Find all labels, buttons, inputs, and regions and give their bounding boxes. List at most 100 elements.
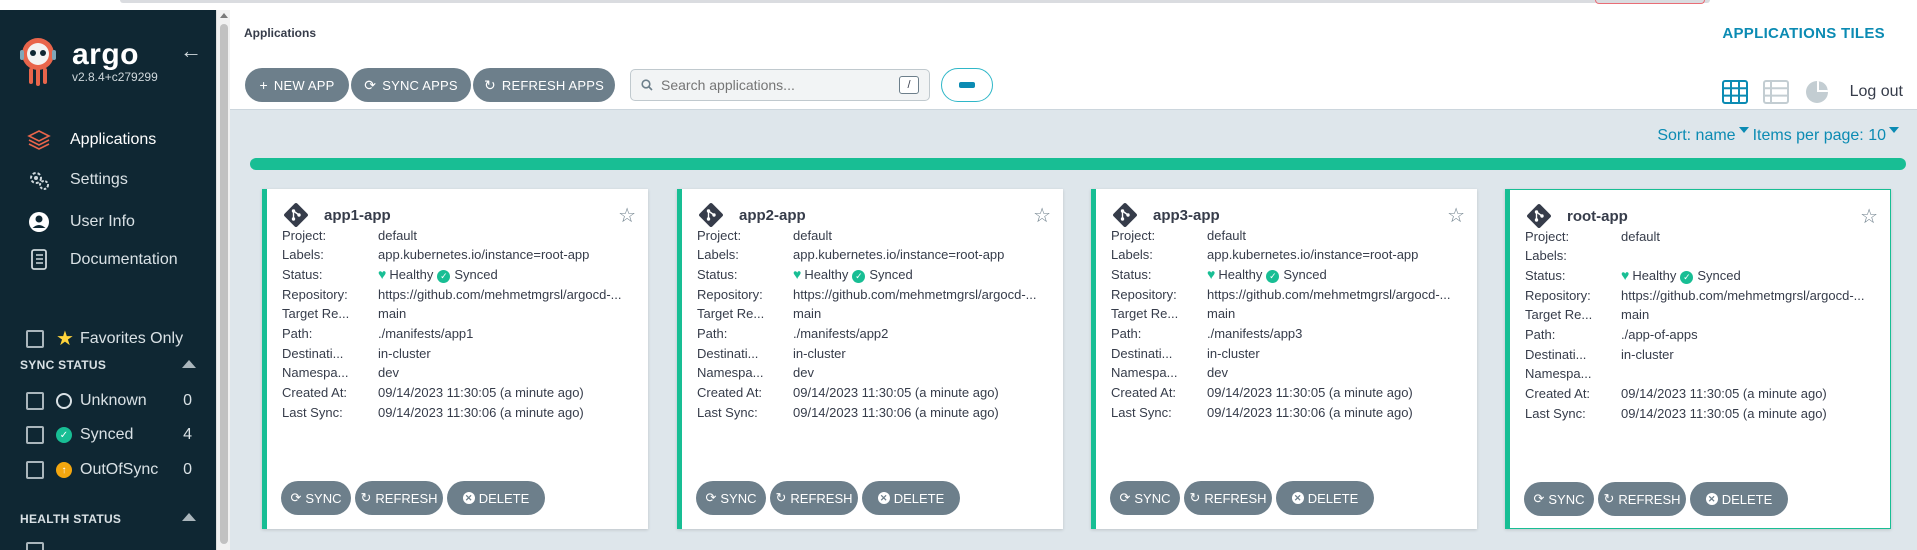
field-label: Project: (697, 227, 742, 243)
app-tile[interactable]: app1-app ☆ Project: default Labels: app.kuber… (262, 189, 648, 529)
refresh-button[interactable]: ↻ REFRESH (1184, 481, 1272, 515)
refresh-button[interactable]: ↻ REFRESH (770, 481, 858, 515)
field-value: dev (378, 365, 399, 381)
field-value: main (1207, 306, 1236, 322)
app-field-row: Repository: https://github.com/mehmetmgrs… (1111, 284, 1463, 304)
sync-button[interactable]: ⟳ SYNC (281, 481, 351, 515)
app-field-row: Labels: app.kubernetes.io/instance=root-a… (282, 245, 634, 265)
synced-check-icon: ✓ (56, 427, 72, 443)
field-value: app.kubernetes.io/instance=root-app (378, 247, 590, 263)
field-label: Path: (697, 326, 728, 341)
app-name[interactable]: root-app (1567, 208, 1628, 225)
app-tile[interactable]: root-app ☆ Project: default Labels: Status: ♥ H… (1505, 189, 1891, 529)
delete-button[interactable]: ✕ DELETE (862, 481, 960, 515)
field-value: app.kubernetes.io/instance=root-app (1207, 247, 1419, 263)
sync-button[interactable]: ⟳ SYNC (1110, 481, 1180, 515)
button-label: REFRESH (790, 490, 853, 506)
app-field-row: Path: ./manifests/app2 (697, 324, 1049, 344)
app-field-row: Status: ♥ Healthy ✓ Synced (282, 264, 634, 284)
pie-chart-view-icon[interactable] (1804, 80, 1830, 104)
app-field-row: Labels: app.kubernetes.io/instance=root-a… (1111, 245, 1463, 265)
sync-button[interactable]: ⟳ SYNC (1524, 482, 1594, 516)
app-name[interactable]: app3-app (1153, 207, 1220, 224)
field-value: ./app-of-apps (1621, 327, 1698, 342)
filter-unknown[interactable]: Unknown 0 (26, 392, 192, 410)
nav-label: Settings (70, 171, 128, 188)
field-value[interactable]: https://github.com/mehmetmgrsl/argocd-..… (378, 287, 634, 302)
nav-settings[interactable]: Settings (26, 166, 128, 194)
app-field-row: Target Re... main (1111, 304, 1463, 324)
app-field-row: Status: ♥ Healthy ✓ Synced (1111, 264, 1463, 284)
logout-link[interactable]: Log out (1850, 83, 1903, 101)
field-value: 09/14/2023 11:30:05 (a minute ago) (378, 385, 584, 401)
tiles-view-icon[interactable] (1722, 80, 1748, 104)
app-field-row: Destinati... in-cluster (282, 343, 634, 363)
filter-toggle-button[interactable] (941, 68, 993, 102)
refresh-button[interactable]: ↻ REFRESH (355, 481, 443, 515)
app-tile[interactable]: app3-app ☆ Project: default Labels: app.kuber… (1091, 189, 1477, 529)
filter-checkbox[interactable] (26, 426, 44, 444)
field-value: dev (1207, 365, 1228, 381)
refresh-icon: ↻ (775, 490, 787, 505)
field-value: ./manifests/app3 (1207, 326, 1303, 341)
scrollbar-thumb[interactable] (220, 24, 228, 544)
field-label: Target Re... (282, 306, 350, 322)
app-name[interactable]: app1-app (324, 207, 391, 224)
filter-checkbox[interactable] (26, 542, 44, 550)
search-box[interactable]: / (630, 69, 930, 101)
refresh-icon: ↻ (1603, 491, 1615, 506)
nav-user-info[interactable]: User Info (26, 208, 135, 236)
new-app-button[interactable]: + NEW APP (245, 68, 349, 102)
field-value[interactable]: https://github.com/mehmetmgrsl/argocd-..… (1621, 288, 1877, 303)
sort-dropdown[interactable]: Sort: name (1657, 127, 1735, 145)
delete-button[interactable]: ✕ DELETE (1276, 481, 1374, 515)
field-value: main (1621, 307, 1650, 323)
collapse-sidebar-icon[interactable]: ← (180, 38, 202, 64)
status-value: ♥ Healthy ✓ Synced (793, 266, 1049, 283)
close-circle-icon: ✕ (1291, 492, 1304, 504)
filter-checkbox[interactable] (26, 392, 44, 410)
favorites-only-filter[interactable]: ★ Favorites Only (26, 326, 183, 351)
filter-label: OutOfSync (80, 461, 159, 478)
filter-label: Synced (80, 426, 134, 443)
items-per-page-dropdown[interactable]: Items per page: 10 (1753, 127, 1886, 145)
breadcrumb[interactable]: Applications (244, 26, 316, 40)
app-field-row: Labels: (1525, 246, 1877, 266)
app-field-row: Target Re... main (282, 304, 634, 324)
nav-applications[interactable]: Applications (26, 126, 156, 154)
nav-documentation[interactable]: Documentation (26, 246, 178, 274)
refresh-button[interactable]: ↻ REFRESH (1598, 482, 1686, 516)
sync-button[interactable]: ⟳ SYNC (696, 481, 766, 515)
scroll-up-icon[interactable] (220, 13, 228, 18)
app-tile-header: app3-app (1113, 203, 1220, 227)
status-value: ♥ Healthy ✓ Synced (1207, 266, 1463, 283)
filter-outofsync[interactable]: ↑ OutOfSync 0 (26, 461, 192, 479)
sync-apps-button[interactable]: ⟳ SYNC APPS (351, 68, 471, 102)
list-view-icon[interactable] (1763, 80, 1789, 104)
collapse-caret-icon[interactable] (182, 513, 196, 521)
collapse-caret-icon[interactable] (182, 360, 196, 368)
field-value: 09/14/2023 11:30:05 (a minute ago) (1621, 386, 1827, 402)
app-tile[interactable]: app2-app ☆ Project: default Labels: app.kuber… (677, 189, 1063, 529)
button-label: SYNC APPS (382, 77, 458, 93)
refresh-apps-button[interactable]: ↻ REFRESH APPS (473, 68, 615, 102)
field-value: in-cluster (378, 345, 431, 361)
field-label: Created At: (697, 385, 763, 401)
filter-health-partial[interactable] (26, 542, 192, 550)
app-field-row: Last Sync: 09/14/2023 11:30:05 (a minute … (1525, 403, 1877, 423)
field-value[interactable]: https://github.com/mehmetmgrsl/argocd-..… (793, 287, 1049, 302)
delete-button[interactable]: ✕ DELETE (447, 481, 545, 515)
brand-name: argo (72, 38, 140, 71)
app-name[interactable]: app2-app (739, 207, 806, 224)
filter-checkbox[interactable] (26, 461, 44, 479)
favorites-checkbox[interactable] (26, 329, 44, 348)
field-label: Project: (1525, 228, 1570, 244)
field-label: Labels: (282, 247, 324, 263)
filter-synced[interactable]: ✓ Synced 4 (26, 426, 192, 444)
search-input[interactable] (661, 77, 891, 93)
sidebar-scrollbar[interactable] (216, 10, 230, 550)
field-value: 09/14/2023 11:30:06 (a minute ago) (378, 404, 584, 420)
field-label: Project: (1111, 227, 1156, 243)
delete-button[interactable]: ✕ DELETE (1690, 482, 1788, 516)
field-value[interactable]: https://github.com/mehmetmgrsl/argocd-..… (1207, 287, 1463, 302)
